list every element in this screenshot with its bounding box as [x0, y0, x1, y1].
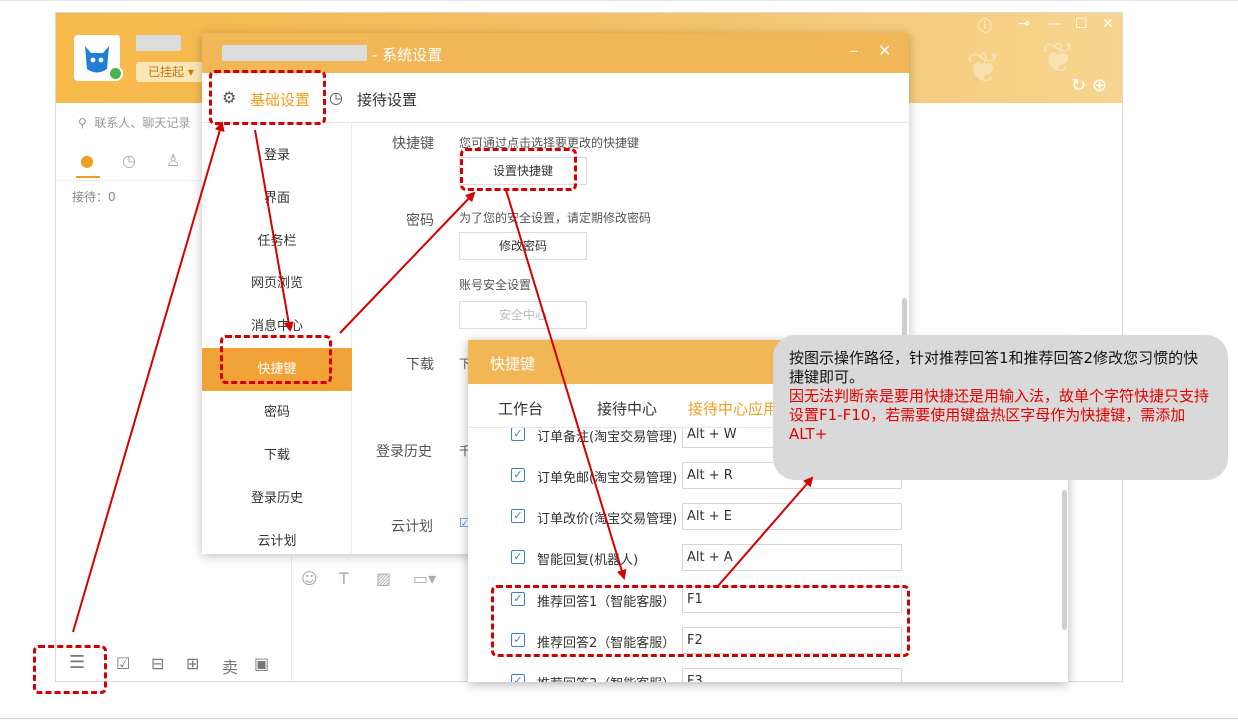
cloud-plan-label: 云计划 [391, 519, 433, 535]
checkbox-checked[interactable]: ✓ [511, 633, 525, 647]
settings-nav-item[interactable]: 任务栏 [202, 220, 352, 263]
tab-workbench[interactable]: 工作台 [498, 398, 543, 419]
download-label: 下载 [406, 357, 434, 373]
store-icon[interactable]: ⊞ [186, 654, 199, 673]
tab-reception-apps[interactable]: 接待中心应用 [688, 398, 778, 419]
frame-top-line [0, 0, 1238, 1]
settings-nav-item[interactable]: 界面 [202, 177, 352, 220]
checkbox-checked[interactable]: ✓ [511, 550, 525, 564]
shortcut-name: 智能回复(机器人) [537, 553, 639, 568]
settings-nav-item[interactable]: 密码 [202, 391, 352, 434]
checkbox-checked[interactable]: ✓ [511, 674, 525, 682]
shortcut-key-field[interactable]: Alt + A [682, 544, 902, 571]
settings-nav-item-shortcut[interactable]: 快捷键 [202, 348, 352, 391]
refresh-icon[interactable]: ↻ [1071, 75, 1086, 96]
settings-nav-item[interactable]: 登录 [202, 134, 352, 177]
security-hint: 账号安全设置 [459, 278, 532, 292]
tab-reception-center[interactable]: 接待中心 [597, 398, 657, 419]
settings-nav-item[interactable]: 云计划 [202, 520, 352, 554]
password-label: 密码 [406, 213, 434, 229]
search-placeholder: 联系人、聊天记录 [94, 116, 191, 130]
add-icon[interactable]: ⊕ [1092, 75, 1107, 96]
background-window-slice [0, 30, 56, 590]
settings-tabs: ⚙ 基础设置 ◷ 接待设置 [202, 73, 909, 123]
scrollbar[interactable] [1062, 490, 1067, 630]
composer-toolbar: ☺ T ▨ ▭▾ [301, 569, 481, 593]
instruction-callout: 按图示操作路径，针对推荐回答1和推荐回答2修改您习惯的快捷键即可。 因无法判断亲… [773, 335, 1228, 480]
status-dropdown[interactable]: 已挂起 ▾ [136, 62, 206, 82]
minimize-icon[interactable]: — [1048, 16, 1062, 32]
callout-instruction: 按图示操作路径，针对推荐回答1和推荐回答2修改您习惯的快捷键即可。 [789, 349, 1199, 386]
list-item-recommend-1: ✓ 推荐回答1（智能客服） F1 [468, 580, 1068, 621]
settings-nav: 登录 界面 任务栏 网页浏览 消息中心 快捷键 密码 下载 登录历史 云计划 [202, 123, 352, 554]
help-icon[interactable]: ⓘ [978, 16, 992, 36]
settings-header: - 系统设置 – ✕ [202, 33, 909, 73]
chat-bubble-icon[interactable]: ● [80, 151, 94, 170]
minimize-icon[interactable]: – [850, 41, 858, 60]
frame-bottom-line [0, 718, 1238, 719]
settings-nav-item[interactable]: 网页浏览 [202, 262, 352, 305]
settings-title: - 系统设置 [372, 46, 443, 64]
status-label: 已挂起 [148, 65, 185, 79]
clock-icon: ◷ [329, 88, 343, 107]
shortcut-key-field[interactable]: F2 [682, 627, 902, 654]
account-name-blurred [136, 35, 181, 51]
font-icon[interactable]: T [339, 569, 349, 588]
callout-warning: 因无法判断亲是要用快捷还是用输入法，故单个字符快捷只支持设置F1-F10，若需要… [789, 387, 1210, 443]
change-password-button[interactable]: 修改密码 [459, 232, 587, 260]
shortcut-name: 订单备注(淘宝交易管理) [537, 430, 678, 445]
security-center-button[interactable]: 安全中心 [459, 301, 587, 329]
settings-nav-item[interactable]: 下载 [202, 434, 352, 477]
emoji-icon[interactable]: ☺ [301, 569, 318, 588]
image-icon[interactable]: ▨ [376, 569, 391, 588]
wheat-decoration-icon: ❦ [966, 43, 1002, 92]
checkbox-checked[interactable]: ✓ [511, 509, 525, 523]
shortcut-label: 快捷键 [392, 136, 434, 152]
checkbox-checked[interactable]: ✓ [511, 592, 525, 606]
active-tab-indicator [76, 176, 100, 178]
shortcut-dialog-title: 快捷键 [490, 355, 536, 373]
gear-icon: ⚙ [222, 88, 237, 107]
tab-basic-settings[interactable]: 基础设置 [250, 89, 310, 110]
task-icon[interactable]: ☑ [116, 654, 130, 673]
settings-nav-item[interactable]: 登录历史 [202, 477, 352, 520]
password-hint: 为了您的安全设置，请定期修改密码 [459, 211, 652, 225]
maximize-icon[interactable]: ☐ [1075, 16, 1088, 32]
shortcut-name: 推荐回答3（智能客服） [537, 673, 675, 682]
inbox-icon[interactable]: ⊟ [151, 654, 164, 673]
reception-count: 接待：0 [72, 190, 116, 204]
layout-icon[interactable]: ▣ [254, 654, 269, 673]
online-status-icon [108, 66, 123, 81]
account-name-blurred [222, 45, 367, 61]
list-item: ✓ 订单改价(淘宝交易管理) Alt + E [468, 497, 1068, 538]
list-item-recommend-2: ✓ 推荐回答2（智能客服） F2 [468, 621, 1068, 662]
folder-icon[interactable]: ▭▾ [413, 569, 436, 588]
close-icon[interactable]: ✕ [1102, 16, 1114, 32]
shortcut-key-field[interactable]: Alt + E [682, 503, 902, 530]
list-item: ✓ 推荐回答3（智能客服） F3 [468, 662, 1068, 682]
menu-icon[interactable]: ☰ [69, 652, 85, 673]
tab-reception-settings[interactable]: 接待设置 [357, 89, 417, 110]
pin-icon[interactable]: ⊸ [1018, 16, 1030, 32]
set-shortcut-button[interactable]: 设置快捷键 [459, 157, 587, 185]
login-history-label: 登录历史 [376, 444, 432, 460]
bottom-toolbar: ☰ ☑ ⊟ ⊞ 卖 ▣ [56, 645, 291, 681]
contact-icon[interactable]: ♙ [166, 151, 180, 170]
settings-nav-item[interactable]: 消息中心 [202, 305, 352, 348]
shortcut-name: 订单改价(淘宝交易管理) [537, 512, 678, 527]
close-icon[interactable]: ✕ [878, 41, 891, 60]
shortcut-name: 推荐回答2（智能客服） [537, 636, 676, 651]
shortcut-name: 订单免邮(淘宝交易管理) [537, 471, 678, 486]
clock-icon[interactable]: ◷ [122, 151, 136, 170]
sell-icon[interactable]: 卖 [222, 654, 238, 678]
checkbox-checked[interactable]: ✓ [511, 428, 525, 441]
shortcut-name: 推荐回答1（智能客服） [537, 595, 676, 610]
checkbox-checked[interactable]: ✓ [511, 468, 525, 482]
list-item: ✓ 智能回复(机器人) Alt + A [468, 538, 1068, 579]
shortcut-key-field[interactable]: F3 [682, 668, 902, 682]
shortcut-key-field[interactable]: F1 [682, 586, 902, 613]
shortcut-hint: 您可通过点击选择要更改的快捷键 [459, 136, 640, 150]
